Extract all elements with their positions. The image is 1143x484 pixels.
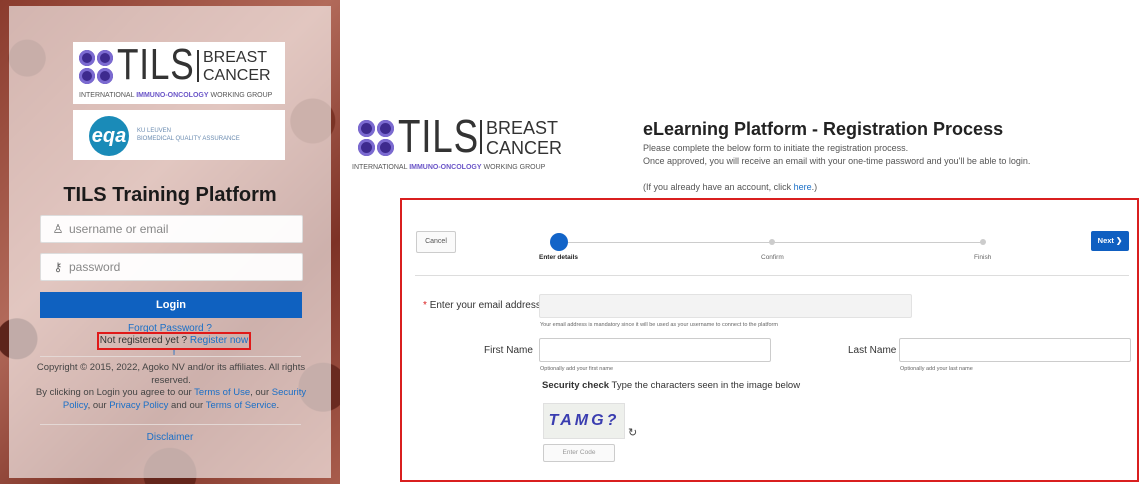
logo-cancer-text: CANCER: [486, 138, 563, 158]
registration-title: eLearning Platform - Registration Proces…: [643, 119, 1004, 139]
divider: [40, 356, 301, 357]
eqa-logo: eqa KU LEUVEN BIOMEDICAL QUALITY ASSURAN…: [73, 110, 285, 160]
password-placeholder: password: [69, 260, 121, 274]
refresh-icon[interactable]: ↻: [628, 426, 637, 439]
dots-icon: [358, 120, 394, 156]
email-hint: Your email address is mandatory since it…: [540, 322, 778, 328]
registration-subtitle: Please complete the below form to initia…: [643, 143, 909, 153]
key-icon: ⚷: [53, 260, 63, 274]
logo-tils-text: TILS: [117, 40, 195, 89]
registration-form-highlight: Cancel Enter details Confirm Finish Next…: [400, 198, 1139, 482]
first-name-label: First Name: [484, 345, 533, 356]
last-name-hint: Optionally add your last name: [900, 366, 973, 372]
step-3-indicator: [980, 239, 986, 245]
logo-breast-text: BREAST: [203, 49, 268, 66]
register-highlight: Not registered yet ? Register now !: [97, 332, 251, 360]
copyright-text: Copyright © 2015, 2022, Agoko NV and/or …: [35, 362, 307, 411]
logo-tils-text: TILS: [398, 110, 479, 162]
eqa-logo-icon: eqa: [89, 116, 129, 156]
dots-icon: [79, 50, 113, 84]
divider: [415, 275, 1129, 276]
username-input[interactable]: ♙ username or email: [40, 215, 303, 243]
login-here-link[interactable]: here: [794, 182, 812, 192]
next-button[interactable]: Next ❯: [1091, 231, 1129, 251]
email-label: * Enter your email address: [423, 300, 541, 311]
last-name-label: Last Name: [848, 345, 897, 356]
disclaimer-link[interactable]: Disclaimer: [9, 432, 331, 443]
page-title: TILS Training Platform: [63, 184, 277, 206]
logo-subtitle: INTERNATIONAL IMMUNO-ONCOLOGY WORKING GR…: [352, 164, 546, 171]
first-name-field[interactable]: [539, 338, 771, 362]
not-registered-text: Not registered yet ?: [99, 335, 188, 346]
tils-logo: TILS BREAST CANCER INTERNATIONAL IMMUNO-…: [352, 110, 562, 178]
security-check-text: Security check Type the characters seen …: [542, 380, 801, 391]
logo-cancer-text: CANCER: [203, 67, 271, 84]
user-icon: ♙: [52, 222, 64, 236]
first-name-hint: Optionally add your first name: [540, 366, 614, 372]
password-input[interactable]: ⚷ password: [40, 253, 303, 281]
login-background: TILS BREAST CANCER INTERNATIONAL IMMUNO-…: [0, 0, 340, 484]
registration-subtitle: Once approved, you will receive an email…: [643, 156, 1031, 166]
login-button[interactable]: Login: [40, 292, 302, 318]
terms-of-service-link[interactable]: Terms of Service: [206, 400, 277, 411]
login-card: TILS BREAST CANCER INTERNATIONAL IMMUNO-…: [9, 6, 331, 478]
step-2-indicator: [769, 239, 775, 245]
email-field[interactable]: [539, 294, 912, 318]
captcha-image: TAMG?: [543, 403, 625, 439]
step-label: Confirm: [761, 254, 784, 261]
cancel-button[interactable]: Cancel: [416, 231, 456, 253]
logo-subtitle: INTERNATIONAL IMMUNO-ONCOLOGY WORKING GR…: [79, 92, 273, 99]
captcha-code-input[interactable]: Enter Code: [543, 444, 615, 462]
logo-breast-text: BREAST: [486, 118, 559, 138]
tils-logo: TILS BREAST CANCER INTERNATIONAL IMMUNO-…: [73, 42, 285, 104]
divider: [40, 424, 301, 425]
existing-account-text: (If you already have an account, click h…: [643, 182, 818, 192]
terms-of-use-link[interactable]: Terms of Use: [194, 387, 250, 398]
last-name-field[interactable]: [899, 338, 1131, 362]
username-placeholder: username or email: [69, 222, 169, 236]
step-1-indicator: [550, 233, 568, 251]
chevron-right-icon: ❯: [1116, 236, 1123, 245]
step-label: Finish: [974, 254, 992, 261]
eqa-logo-text: KU LEUVEN BIOMEDICAL QUALITY ASSURANCE: [137, 128, 240, 142]
step-label: Enter details: [539, 254, 579, 261]
privacy-policy-link[interactable]: Privacy Policy: [109, 400, 168, 411]
